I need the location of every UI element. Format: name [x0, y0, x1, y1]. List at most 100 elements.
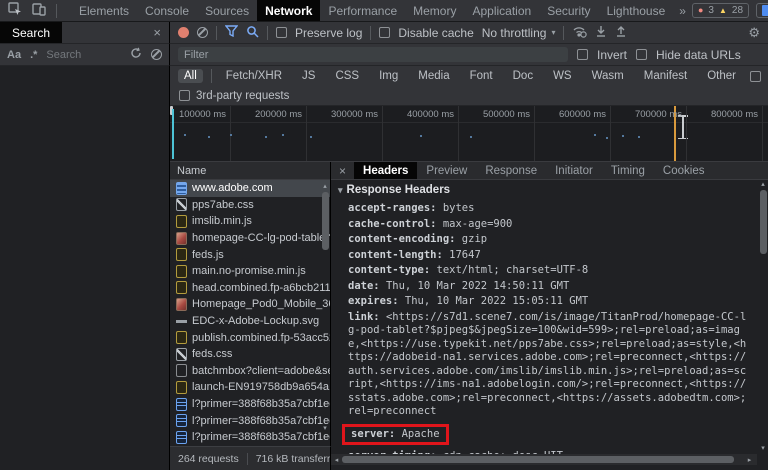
disable-cache-label: Disable cache	[398, 26, 473, 40]
request-row[interactable]: EDC-x-Adobe-Lockup.svg	[170, 313, 330, 330]
filter-input[interactable]	[178, 47, 568, 62]
clear-search-icon[interactable]	[151, 49, 162, 60]
record-network-log-icon[interactable]	[178, 27, 189, 38]
type-filter-wasm[interactable]: Wasm	[586, 69, 630, 83]
close-details-icon[interactable]: ×	[331, 164, 354, 178]
dash-file-icon	[176, 315, 187, 328]
preserve-log-checkbox[interactable]	[276, 27, 287, 38]
header-name: expires:	[348, 295, 399, 307]
clear-network-log-icon[interactable]	[197, 27, 208, 38]
request-row[interactable]: Homepage_Pod0_Mobile_360	[170, 296, 330, 313]
request-row[interactable]: feds.css	[170, 346, 330, 363]
request-row[interactable]: l?primer=388f68b35a7cbf1ee	[170, 412, 330, 429]
response-headers-section[interactable]: ▾Response Headers	[338, 184, 749, 196]
request-row[interactable]: main.no-promise.min.js	[170, 263, 330, 280]
request-row[interactable]: l?primer=388f68b35a7cbf1ee	[170, 396, 330, 413]
response-header-line: link: <https://s7d1.scene7.com/is/image/…	[348, 311, 749, 419]
tab-elements[interactable]: Elements	[71, 0, 137, 21]
request-row[interactable]: batchmbox?client=adobe&se	[170, 363, 330, 380]
header-value: max-age=900	[443, 218, 513, 230]
type-filter-doc[interactable]: Doc	[507, 69, 539, 83]
tab-sources[interactable]: Sources	[197, 0, 257, 21]
refresh-search-icon[interactable]	[130, 47, 142, 62]
request-list-scrollbar[interactable]: ▴ ▾	[320, 182, 330, 434]
type-filter-manifest[interactable]: Manifest	[638, 69, 693, 83]
details-scrollbar-horizontal[interactable]: ◂ ▸	[331, 454, 757, 465]
details-tab-preview[interactable]: Preview	[417, 162, 476, 179]
details-tab-initiator[interactable]: Initiator	[546, 162, 602, 179]
search-input[interactable]	[46, 49, 121, 61]
type-filter-ws[interactable]: WS	[547, 69, 578, 83]
scroll-up-icon[interactable]: ▴	[761, 180, 765, 190]
response-header-line: cache-control: max-age=900	[348, 218, 749, 232]
close-search-icon[interactable]: ×	[153, 26, 161, 39]
request-row[interactable]: head.combined.fp-a6bcb2113	[170, 280, 330, 297]
tab-application[interactable]: Application	[464, 0, 539, 21]
scrollbar-thumb[interactable]	[760, 190, 767, 254]
more-tabs-chevron[interactable]: »	[673, 4, 692, 18]
devtools-window: ElementsConsoleSourcesNetworkPerformance…	[0, 0, 768, 470]
import-har-icon[interactable]	[595, 25, 607, 41]
search-network-icon[interactable]	[246, 25, 259, 41]
tab-memory[interactable]: Memory	[405, 0, 464, 21]
details-tab-headers[interactable]: Headers	[354, 162, 417, 179]
request-row[interactable]: pps7abe.css	[170, 197, 330, 214]
request-row[interactable]: imslib.min.js	[170, 213, 330, 230]
tab-network[interactable]: Network	[257, 0, 320, 21]
network-overview-timeline[interactable]: 100000 ms200000 ms300000 ms400000 ms5000…	[170, 106, 768, 162]
type-filter-fetch-xhr[interactable]: Fetch/XHR	[220, 69, 288, 83]
request-activity-dot	[208, 136, 210, 138]
scrollbar-thumb[interactable]	[342, 456, 734, 463]
search-drawer-tab[interactable]: Search	[0, 22, 62, 43]
export-har-icon[interactable]	[615, 25, 627, 41]
tab-console[interactable]: Console	[137, 0, 197, 21]
device-toolbar-icon[interactable]	[32, 2, 46, 19]
scroll-left-icon[interactable]: ◂	[331, 456, 342, 464]
match-case-button[interactable]: Aa	[7, 49, 21, 61]
details-tab-cookies[interactable]: Cookies	[654, 162, 714, 179]
scroll-down-icon[interactable]: ▾	[761, 444, 765, 454]
type-filter-media[interactable]: Media	[412, 69, 455, 83]
tab-security[interactable]: Security	[539, 0, 598, 21]
third-party-checkbox[interactable]	[179, 90, 190, 101]
request-row[interactable]: homepage-CC-lg-pod-tablet?$p	[170, 230, 330, 247]
scroll-down-icon[interactable]: ▾	[323, 424, 327, 434]
request-name: launch-EN919758db9a654a17	[192, 381, 330, 393]
response-headers-list: accept-ranges: bytescache-control: max-a…	[338, 202, 749, 454]
scroll-up-icon[interactable]: ▴	[323, 182, 327, 192]
request-row[interactable]: feds.js	[170, 246, 330, 263]
request-row[interactable]: launch-EN919758db9a654a17	[170, 379, 330, 396]
tab-lighthouse[interactable]: Lighthouse	[599, 0, 674, 21]
invert-checkbox[interactable]	[577, 49, 588, 60]
response-header-line: content-type: text/html; charset=UTF-8	[348, 264, 749, 278]
throttling-dropdown[interactable]: No throttling ▾	[482, 26, 556, 40]
console-errors-warnings-badge[interactable]: ●3 ▲28	[692, 3, 749, 18]
network-conditions-icon[interactable]	[572, 25, 587, 41]
scroll-right-icon[interactable]: ▸	[744, 456, 755, 464]
type-filter-img[interactable]: Img	[373, 69, 404, 83]
request-row[interactable]: l?primer=388f68b35a7cbf1ee	[170, 429, 330, 446]
hide-data-urls-checkbox[interactable]	[636, 49, 647, 60]
request-row[interactable]: publish.combined.fp-53acc52	[170, 329, 330, 346]
type-filter-font[interactable]: Font	[464, 69, 499, 83]
network-settings-gear-icon[interactable]: ⚙	[748, 26, 760, 39]
type-filter-css[interactable]: CSS	[329, 69, 365, 83]
details-tab-timing[interactable]: Timing	[602, 162, 654, 179]
request-name: main.no-promise.min.js	[192, 265, 306, 277]
regex-button[interactable]: .*	[30, 49, 37, 61]
filter-funnel-icon[interactable]	[225, 25, 238, 40]
has-blocked-cookies-checkbox[interactable]	[750, 71, 761, 82]
type-filter-js[interactable]: JS	[296, 69, 321, 83]
name-column-header[interactable]: Name	[170, 162, 330, 180]
inspect-element-icon[interactable]	[8, 2, 22, 19]
request-row[interactable]: www.adobe.com	[170, 180, 330, 197]
type-filter-all[interactable]: All	[178, 69, 203, 83]
scrollbar-thumb[interactable]	[322, 192, 329, 250]
type-filter-other[interactable]: Other	[701, 69, 742, 83]
disable-cache-checkbox[interactable]	[379, 27, 390, 38]
js-file-icon	[176, 265, 187, 278]
details-scrollbar-vertical[interactable]: ▴ ▾	[758, 180, 768, 454]
issues-badge[interactable]: 5	[756, 3, 768, 18]
details-tab-response[interactable]: Response	[476, 162, 546, 179]
tab-performance[interactable]: Performance	[320, 0, 405, 21]
